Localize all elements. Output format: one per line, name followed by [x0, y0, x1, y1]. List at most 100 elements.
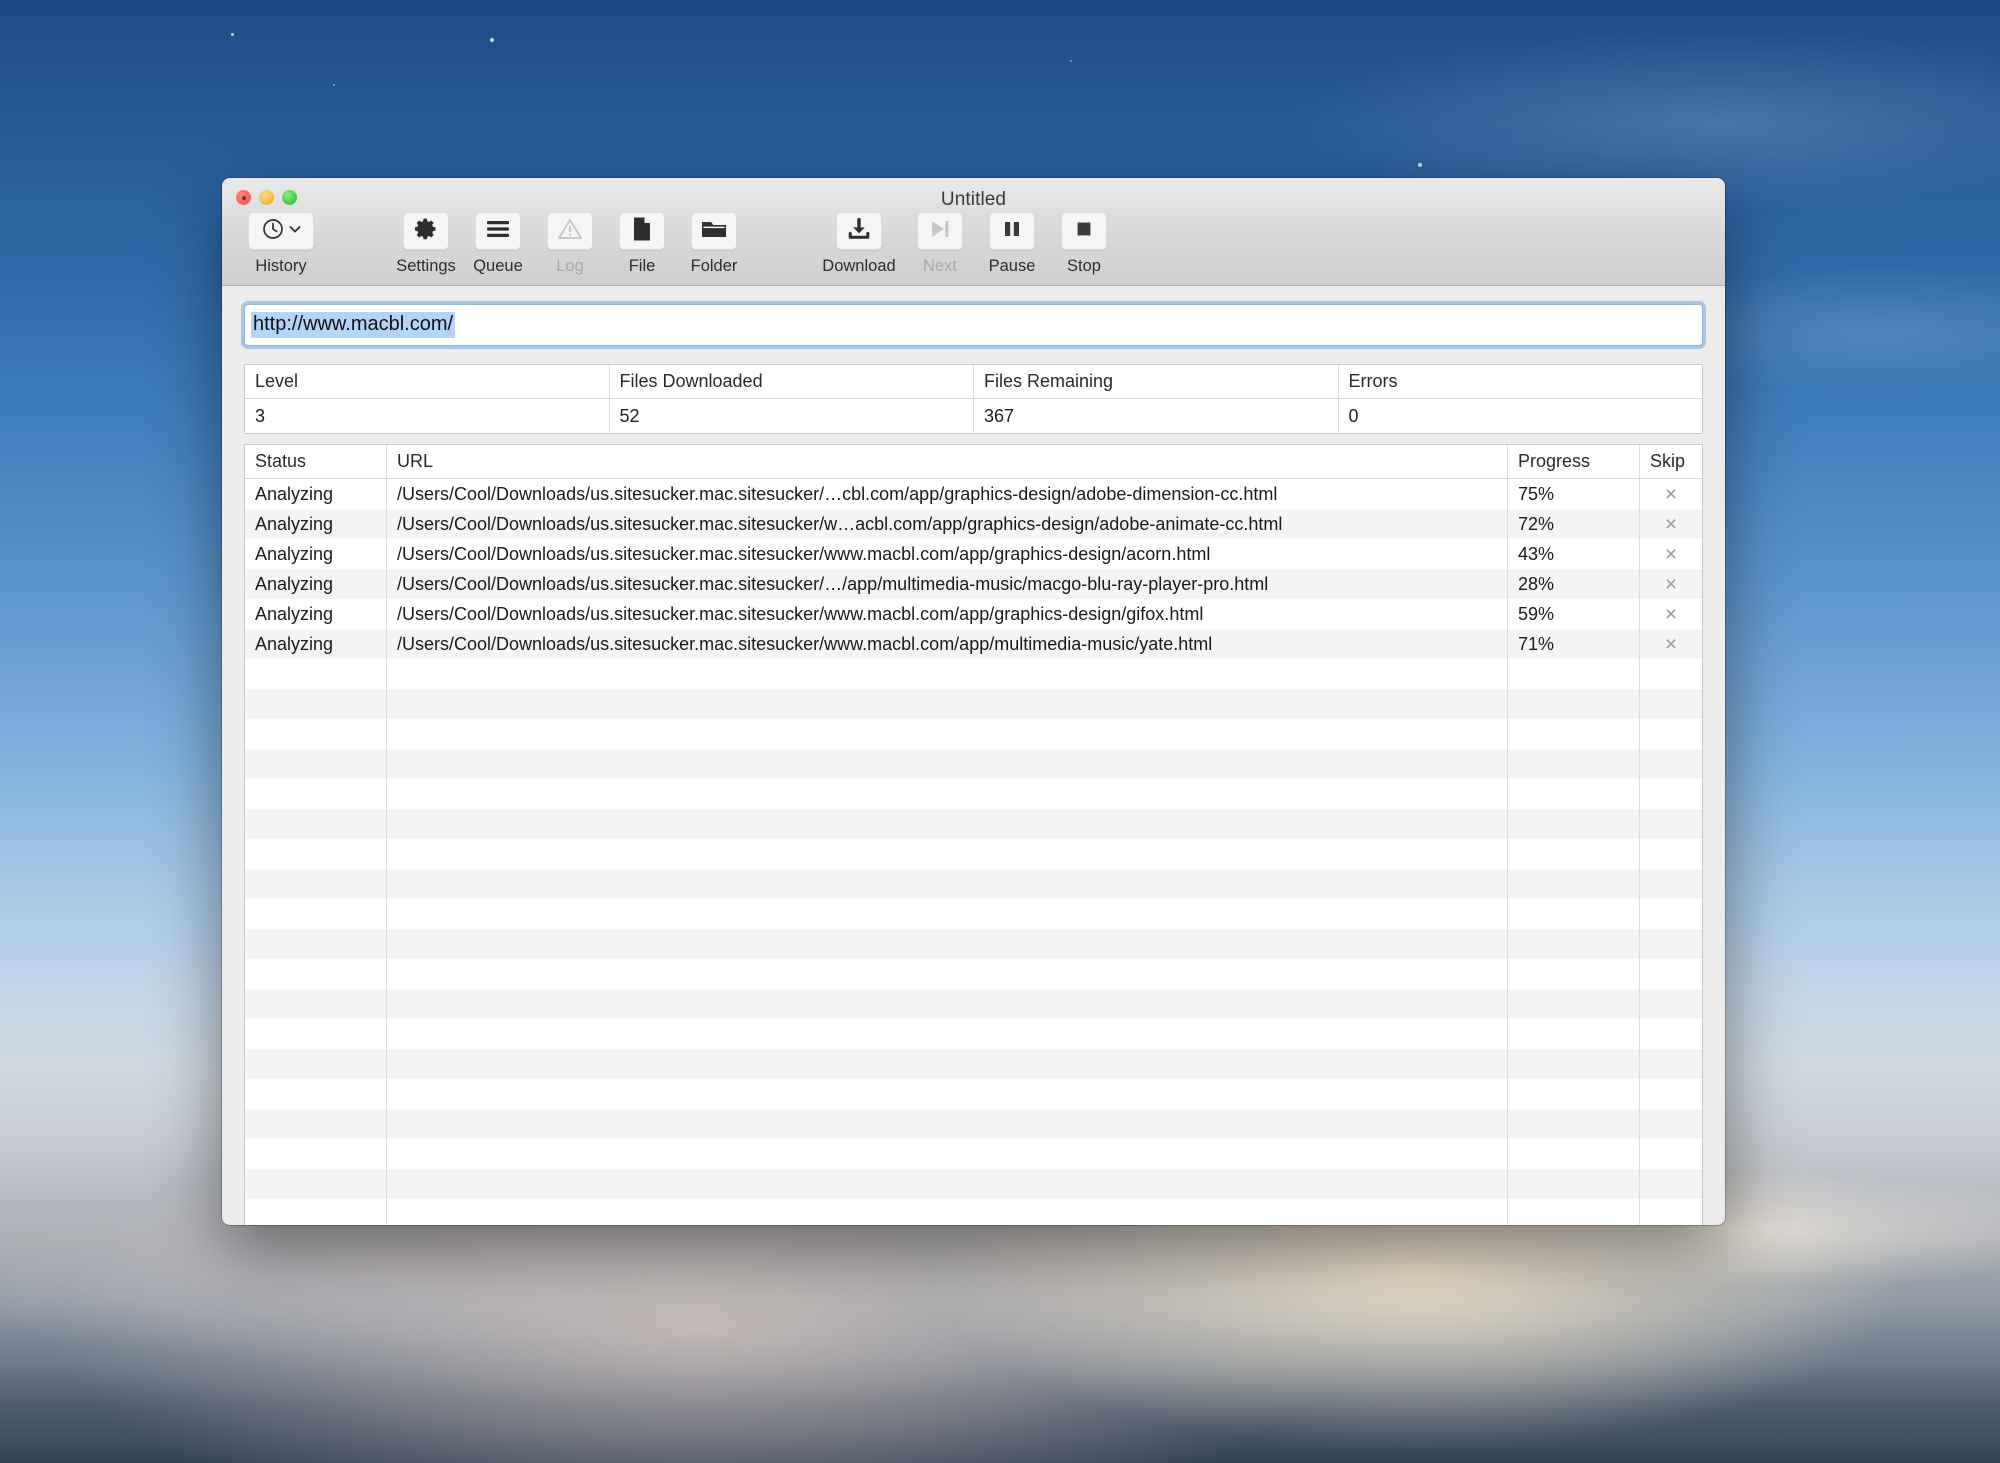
status-cell	[245, 1079, 387, 1109]
stats-header-errors: Errors	[1348, 371, 1398, 391]
skip-cell	[1640, 809, 1702, 839]
skip-cell[interactable]: ×	[1640, 569, 1702, 599]
skip-cell[interactable]: ×	[1640, 629, 1702, 659]
table-row[interactable]	[245, 929, 1702, 959]
stop-button[interactable]	[1061, 212, 1107, 250]
url-cell	[387, 1049, 1508, 1079]
skip-cell	[1640, 1139, 1702, 1169]
toolbar-label-folder: Folder	[690, 257, 738, 275]
toolbar-item-queue[interactable]: Queue	[462, 212, 534, 276]
table-row[interactable]	[245, 1079, 1702, 1109]
progress-cell	[1508, 779, 1640, 809]
table-row[interactable]	[245, 1019, 1702, 1049]
folder-button[interactable]	[691, 212, 737, 250]
toolbar-item-file[interactable]: File	[606, 212, 678, 276]
document-page-icon	[631, 216, 653, 247]
status-cell	[245, 899, 387, 929]
desktop-wallpaper: Untitled History Settings Queue Log File…	[0, 0, 2000, 1463]
wallpaper-star	[490, 38, 494, 42]
toolbar-item-log[interactable]: Log	[534, 212, 606, 276]
status-cell	[245, 1019, 387, 1049]
table-row[interactable]	[245, 1049, 1702, 1079]
table-row[interactable]	[245, 1139, 1702, 1169]
stats-value-files-downloaded: 52	[610, 399, 974, 433]
settings-button[interactable]	[403, 212, 449, 250]
table-row[interactable]	[245, 839, 1702, 869]
url-cell	[387, 989, 1508, 1019]
url-input-value[interactable]: http://www.macbl.com/	[251, 312, 456, 338]
stats-header-files-downloaded: Files Downloaded	[610, 365, 974, 398]
toolbar: History Settings Queue Log File Folder D…	[222, 212, 1725, 276]
table-row[interactable]	[245, 959, 1702, 989]
column-header-status[interactable]: Status	[245, 445, 387, 478]
progress-cell	[1508, 809, 1640, 839]
table-row[interactable]	[245, 1199, 1702, 1225]
history-button[interactable]	[248, 212, 314, 250]
table-row[interactable]	[245, 719, 1702, 749]
sitesucker-window[interactable]: Untitled History Settings Queue Log File…	[222, 178, 1725, 1225]
table-row[interactable]	[245, 809, 1702, 839]
clock-history-icon	[261, 217, 285, 246]
file-button[interactable]	[619, 212, 665, 250]
table-row[interactable]	[245, 1169, 1702, 1199]
toolbar-item-pause[interactable]: Pause	[976, 212, 1048, 276]
toolbar-item-download[interactable]: Download	[814, 212, 904, 276]
close-x-icon[interactable]: ×	[1665, 544, 1677, 565]
queue-button[interactable]	[475, 212, 521, 250]
skip-cell[interactable]: ×	[1640, 539, 1702, 569]
column-header-url[interactable]: URL	[387, 445, 1508, 478]
table-row[interactable]: Analyzing/Users/Cool/Downloads/us.sitesu…	[245, 509, 1702, 539]
table-row[interactable]: Analyzing/Users/Cool/Downloads/us.sitesu…	[245, 599, 1702, 629]
table-row[interactable]	[245, 869, 1702, 899]
skip-cell	[1640, 869, 1702, 899]
table-row[interactable]: Analyzing/Users/Cool/Downloads/us.sitesu…	[245, 539, 1702, 569]
skip-cell[interactable]: ×	[1640, 479, 1702, 509]
close-x-icon[interactable]: ×	[1665, 634, 1677, 655]
status-cell	[245, 959, 387, 989]
column-header-skip[interactable]: Skip	[1640, 445, 1702, 478]
url-input[interactable]: http://www.macbl.com/	[244, 304, 1703, 346]
table-row[interactable]	[245, 899, 1702, 929]
table-row[interactable]: Analyzing/Users/Cool/Downloads/us.sitesu…	[245, 629, 1702, 659]
wallpaper-star	[231, 33, 234, 36]
toolbar-item-folder[interactable]: Folder	[678, 212, 750, 276]
skip-cell	[1640, 1049, 1702, 1079]
close-x-icon[interactable]: ×	[1665, 574, 1677, 595]
skip-cell[interactable]: ×	[1640, 509, 1702, 539]
table-row[interactable]: Analyzing/Users/Cool/Downloads/us.sitesu…	[245, 569, 1702, 599]
status-cell	[245, 1049, 387, 1079]
wallpaper-star	[333, 84, 335, 86]
next-button[interactable]	[917, 212, 963, 250]
progress-cell	[1508, 929, 1640, 959]
column-header-progress[interactable]: Progress	[1508, 445, 1640, 478]
download-button[interactable]	[836, 212, 882, 250]
table-row[interactable]: Analyzing/Users/Cool/Downloads/us.sitesu…	[245, 479, 1702, 509]
url-cell	[387, 749, 1508, 779]
progress-cell	[1508, 689, 1640, 719]
status-cell: Analyzing	[245, 539, 387, 569]
stats-header-level: Level	[245, 365, 610, 398]
toolbar-item-settings[interactable]: Settings	[390, 212, 462, 276]
log-button[interactable]	[547, 212, 593, 250]
table-row[interactable]	[245, 1109, 1702, 1139]
close-x-icon[interactable]: ×	[1665, 484, 1677, 505]
table-row[interactable]	[245, 659, 1702, 689]
skip-next-icon	[928, 218, 952, 245]
url-cell	[387, 929, 1508, 959]
status-cell: Analyzing	[245, 629, 387, 659]
table-row[interactable]	[245, 749, 1702, 779]
pause-button[interactable]	[989, 212, 1035, 250]
url-cell: /Users/Cool/Downloads/us.sitesucker.mac.…	[387, 479, 1508, 509]
table-row[interactable]	[245, 689, 1702, 719]
table-row[interactable]	[245, 989, 1702, 1019]
close-x-icon[interactable]: ×	[1665, 604, 1677, 625]
skip-cell[interactable]: ×	[1640, 599, 1702, 629]
toolbar-item-history[interactable]: History	[236, 212, 326, 276]
status-cell	[245, 1109, 387, 1139]
toolbar-item-next[interactable]: Next	[904, 212, 976, 276]
close-x-icon[interactable]: ×	[1665, 514, 1677, 535]
chevron-down-icon[interactable]	[288, 222, 302, 241]
toolbar-item-stop[interactable]: Stop	[1048, 212, 1120, 276]
progress-cell	[1508, 1109, 1640, 1139]
table-row[interactable]	[245, 779, 1702, 809]
